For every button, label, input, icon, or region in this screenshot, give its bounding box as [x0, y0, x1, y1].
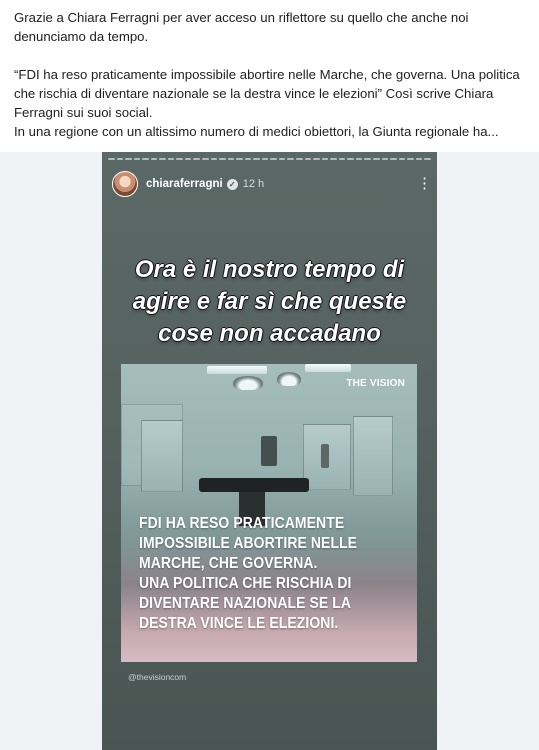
card-line: UNA POLITICA CHE RISCHIA DI: [139, 575, 352, 592]
post-line-3[interactable]: In una regione con un altissimo numero d…: [14, 122, 532, 141]
story-username[interactable]: chiaraferragni: [146, 178, 223, 190]
source-handle[interactable]: @thevisioncom: [128, 672, 186, 682]
card-line: DIVENTARE NAZIONALE SE LA: [139, 595, 352, 612]
operating-table: [199, 478, 309, 492]
the-vision-logo: THE VISION: [346, 378, 405, 389]
post-text: Grazie a Chiara Ferragni per aver acceso…: [14, 8, 532, 141]
wall-cabinet: [353, 416, 393, 496]
instagram-story-image[interactable]: chiaraferragni ✓ 12 h ⋮ Ora è il nostro …: [102, 152, 437, 750]
wall-cabinet: [141, 420, 183, 492]
card-line: DESTRA VINCE LE ELEZIONI.: [139, 615, 339, 632]
story-time: 12 h: [242, 178, 265, 190]
story-headline: Ora è il nostro tempo di agire e far sì …: [132, 256, 407, 347]
more-vertical-icon[interactable]: ⋮: [417, 176, 432, 191]
medical-equipment: [321, 444, 329, 468]
surgical-lamp: [233, 376, 263, 390]
card-line: MARCHE, CHE GOVERNA.: [139, 555, 318, 572]
reposted-post-card[interactable]: THE VISION FDI HA RESO PRATICAMENTE IMPO…: [121, 364, 417, 662]
post-quote: “FDI ha reso praticamente impossibile ab…: [14, 67, 520, 120]
ceiling-light: [305, 364, 351, 372]
card-quote-text: FDI HA RESO PRATICAMENTE IMPOSSIBILE ABO…: [139, 514, 382, 634]
verified-badge-icon: ✓: [226, 178, 238, 190]
avatar[interactable]: [112, 171, 138, 197]
card-line: IMPOSSIBILE ABORTIRE NELLE: [139, 535, 358, 552]
story-progress-bar: [108, 158, 431, 160]
card-line: FDI HA RESO PRATICAMENTE: [139, 515, 345, 532]
medical-equipment: [261, 436, 277, 466]
story-header: chiaraferragni ✓ 12 h ⋮: [112, 169, 432, 199]
post-line-1: Grazie a Chiara Ferragni per aver acceso…: [14, 10, 469, 44]
ceiling-light: [207, 366, 267, 374]
surgical-lamp: [277, 372, 301, 386]
